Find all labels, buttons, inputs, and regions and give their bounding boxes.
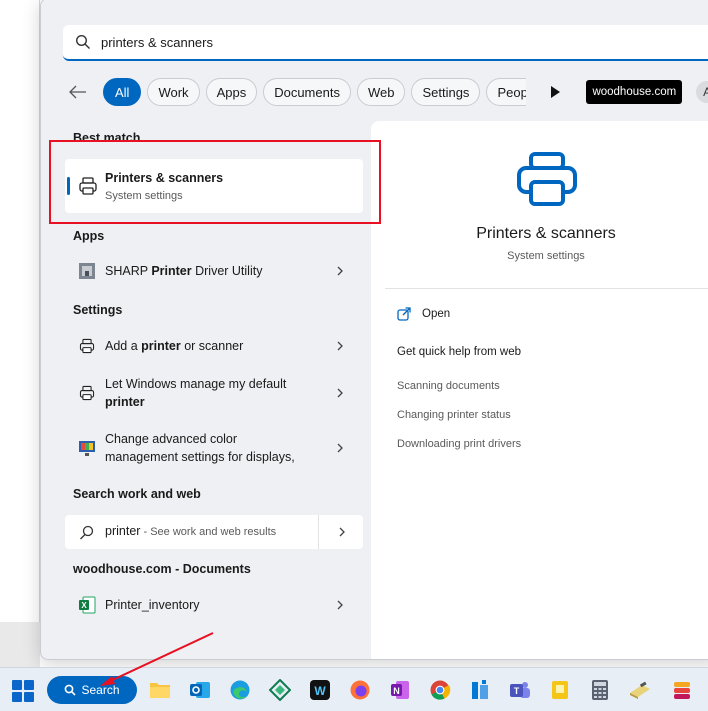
filter-chip-people[interactable]: Peop	[486, 78, 527, 106]
preview-pane: Printers & scanners System settings Open…	[371, 121, 708, 659]
app-result-sharp[interactable]: SHARP Printer Driver Utility	[65, 261, 363, 281]
search-icon	[65, 684, 77, 696]
svg-text:N: N	[393, 686, 400, 696]
filter-chip-web[interactable]: Web	[356, 78, 406, 106]
settings-result-label: Change advanced color management settings…	[105, 432, 295, 464]
settings-result-default-printer[interactable]: Let Windows manage my default printer	[65, 375, 363, 411]
preview-subtitle: System settings	[507, 250, 585, 262]
app-result-label: SHARP Printer Driver Utility	[105, 264, 263, 278]
divider	[318, 515, 319, 549]
search-input[interactable]	[101, 34, 601, 50]
search-panel: All Work Apps Documents Web Settings Peo…	[40, 0, 708, 660]
org-badge[interactable]: woodhouse.com	[586, 80, 683, 104]
azure-data-icon[interactable]	[468, 678, 492, 702]
chevron-right-icon	[337, 341, 343, 351]
teams-icon[interactable]: T	[508, 678, 532, 702]
taskbar: Search W N T	[0, 667, 708, 711]
chevron-right-icon	[337, 600, 343, 610]
open-action[interactable]: Open	[397, 307, 450, 321]
app-w-icon[interactable]: W	[308, 678, 332, 702]
section-header-settings: Settings	[73, 303, 123, 317]
power-automate-icon[interactable]	[268, 678, 292, 702]
file-explorer-icon[interactable]	[148, 678, 172, 702]
firefox-icon[interactable]	[348, 678, 372, 702]
background-window-edge	[0, 622, 40, 667]
section-header-web: Search work and web	[73, 487, 201, 501]
svg-text:X: X	[81, 601, 87, 610]
open-label: Open	[422, 308, 451, 320]
quick-help-header: Get quick help from web	[397, 346, 522, 358]
web-search-label: printer - See work and web results	[105, 524, 277, 538]
filter-chip-documents[interactable]: Documents	[263, 78, 351, 106]
filter-bar: All Work Apps Documents Web Settings Peo…	[67, 77, 708, 107]
filter-chip-work[interactable]: Work	[147, 78, 200, 106]
sticky-notes-icon[interactable]	[548, 678, 572, 702]
filter-chip-settings[interactable]: Settings	[411, 78, 481, 106]
calculator-icon[interactable]	[588, 678, 612, 702]
section-header-documents: woodhouse.com - Documents	[73, 562, 251, 576]
chevron-right-icon	[337, 388, 343, 398]
settings-result-add-printer[interactable]: Add a printer or scanner	[65, 336, 363, 356]
preview-title: Printers & scanners	[476, 225, 616, 242]
search-icon	[75, 34, 90, 49]
start-button[interactable]	[12, 680, 34, 702]
section-header-apps: Apps	[73, 229, 105, 243]
open-external-icon	[397, 307, 411, 321]
printer-icon	[77, 336, 97, 356]
settings-result-color-management[interactable]: Change advanced color management settings…	[65, 430, 363, 466]
taskbar-search-button[interactable]: Search	[47, 676, 137, 704]
chevron-right-icon	[337, 266, 343, 276]
filter-chip-apps[interactable]: Apps	[205, 78, 258, 106]
document-result[interactable]: X Printer_inventory	[65, 595, 363, 615]
edge-icon[interactable]	[228, 678, 252, 702]
back-arrow-icon[interactable]	[67, 81, 89, 103]
document-name: Printer_inventory	[105, 598, 200, 612]
stack-app-icon[interactable]	[670, 678, 694, 702]
divider	[385, 288, 708, 289]
web-search-result[interactable]: printer - See work and web results	[65, 515, 363, 549]
help-link-status[interactable]: Changing printer status	[397, 409, 511, 421]
printer-icon	[517, 152, 577, 206]
chevron-right-icon	[337, 443, 343, 453]
outlook-icon[interactable]	[188, 678, 212, 702]
excel-file-icon: X	[77, 595, 97, 615]
svg-text:W: W	[314, 684, 326, 698]
help-link-drivers[interactable]: Downloading print drivers	[397, 438, 521, 450]
onenote-icon[interactable]: N	[388, 678, 412, 702]
filter-chip-all[interactable]: All	[103, 78, 142, 106]
background-window	[0, 0, 40, 622]
highlight-box	[49, 140, 381, 224]
help-link-scanning[interactable]: Scanning documents	[397, 380, 500, 392]
paint-tool-icon[interactable]	[628, 678, 652, 702]
taskbar-search-label: Search	[81, 683, 120, 697]
scroll-right-icon[interactable]	[546, 83, 564, 101]
svg-text:T: T	[514, 686, 520, 696]
chevron-right-icon[interactable]	[337, 527, 347, 537]
search-box[interactable]	[63, 25, 708, 61]
avatar[interactable]: A	[696, 81, 708, 103]
search-icon	[80, 525, 94, 540]
sharp-app-icon	[77, 261, 97, 281]
printer-icon	[77, 383, 97, 403]
settings-result-label: Let Windows manage my default printer	[105, 377, 287, 409]
color-management-icon	[77, 438, 97, 458]
chrome-icon[interactable]	[428, 678, 452, 702]
settings-result-label: Add a printer or scanner	[105, 339, 244, 353]
